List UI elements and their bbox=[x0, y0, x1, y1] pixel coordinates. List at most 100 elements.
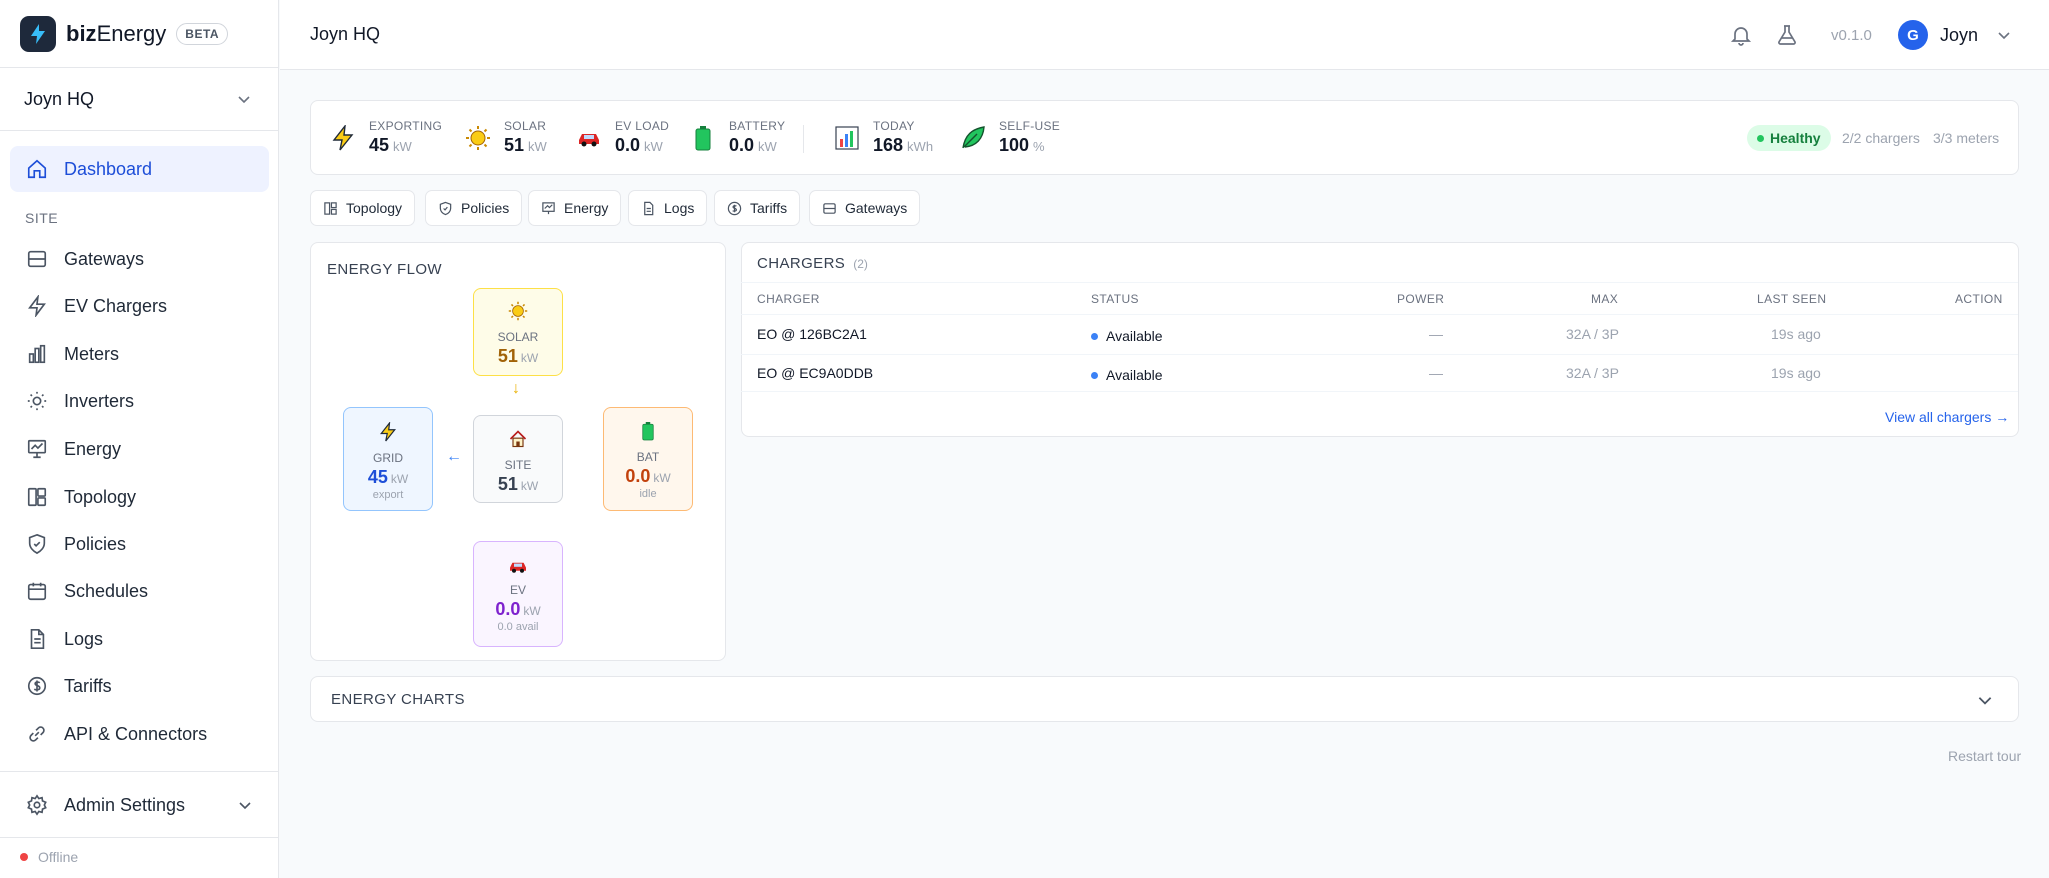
bolt-logo-icon[interactable] bbox=[20, 15, 56, 52]
energy-flow-card: ENERGY FLOW SOLAR 51 kW ↓ GRID 45 kW expor… bbox=[310, 242, 726, 661]
energy-charts-accordion[interactable]: ENERGY CHARTS bbox=[310, 676, 2019, 722]
gateway-icon bbox=[27, 250, 47, 268]
home-icon bbox=[27, 159, 47, 179]
tab-topology[interactable]: Topology bbox=[310, 190, 416, 226]
user-menu[interactable]: Joyn bbox=[1940, 25, 1978, 46]
chargers-count-badge: (2) bbox=[853, 257, 868, 271]
restart-tour-link[interactable]: Restart tour bbox=[1948, 748, 2021, 764]
house-icon bbox=[508, 429, 528, 454]
column-header[interactable]: LAST SEEN bbox=[1757, 292, 1826, 306]
tab-logs[interactable]: Logs bbox=[628, 190, 708, 226]
leaf-icon bbox=[959, 124, 987, 152]
flow-node-site[interactable]: SITE 51 kW bbox=[473, 415, 563, 503]
presentation-chart-icon bbox=[27, 439, 47, 459]
top-header: Joyn HQ v0.1.0 G Joyn bbox=[280, 0, 2049, 70]
tab-gateways[interactable]: Gateways bbox=[809, 190, 921, 226]
chevron-down-icon bbox=[238, 96, 250, 104]
charger-power: — bbox=[1429, 326, 1443, 342]
sidebar-item-energy[interactable]: Energy bbox=[10, 426, 269, 472]
document-icon bbox=[30, 629, 45, 649]
status-dot bbox=[1757, 134, 1764, 142]
sidebar-divider bbox=[0, 837, 279, 838]
flow-node-grid[interactable]: GRID 45 kW export bbox=[343, 407, 433, 511]
sidebar-item-logs[interactable]: Logs bbox=[10, 616, 269, 662]
table-divider bbox=[741, 354, 2018, 355]
gear-icon bbox=[27, 794, 47, 816]
column-header: ACTION bbox=[1955, 292, 2003, 306]
section-label-site: SITE bbox=[25, 210, 59, 226]
sidebar-item-ev-chargers[interactable]: EV Chargers bbox=[10, 283, 269, 329]
chargers-count: 2/2 chargers bbox=[1842, 130, 1920, 146]
charger-max: 32A / 3P bbox=[1566, 365, 1619, 381]
site-selector-value: Joyn HQ bbox=[24, 88, 95, 109]
app-name: bizEnergy bbox=[66, 20, 167, 46]
sidebar-divider bbox=[0, 771, 279, 772]
charger-name-link[interactable]: EO @ 126BC2A1 bbox=[757, 326, 867, 342]
arrow-down-icon: ↓ bbox=[512, 380, 520, 397]
column-header[interactable]: MAX bbox=[1591, 292, 1618, 306]
table-divider bbox=[741, 391, 2018, 392]
charger-last-seen: 19s ago bbox=[1771, 365, 1821, 381]
sidebar-item-inverters[interactable]: Inverters bbox=[10, 378, 269, 424]
car-icon bbox=[507, 558, 529, 579]
stat-solar: SOLAR 51 kW bbox=[464, 119, 547, 156]
avatar[interactable]: G bbox=[1898, 20, 1928, 50]
admin-settings-toggle[interactable]: Admin Settings bbox=[10, 782, 269, 828]
bolt-icon bbox=[28, 295, 46, 317]
dollar-icon bbox=[27, 676, 47, 696]
sidebar-item-dashboard[interactable]: Dashboard bbox=[10, 146, 269, 192]
chargers-header: CHARGERS (2) bbox=[757, 255, 868, 272]
topology-icon bbox=[27, 487, 47, 507]
view-all-chargers-link[interactable]: View all chargers → bbox=[1885, 409, 2009, 425]
stat-exporting: EXPORTING 45 kW bbox=[329, 119, 442, 156]
health-badge: Healthy bbox=[1747, 125, 1831, 151]
sidebar-item-policies[interactable]: Policies bbox=[10, 521, 269, 567]
site-selector[interactable]: Joyn HQ bbox=[0, 68, 278, 131]
flask-icon[interactable] bbox=[1775, 23, 1799, 47]
stats-bar: EXPORTING 45 kW SOLAR 51 kW EV LOAD 0.0 kW BAT… bbox=[310, 100, 2019, 175]
charger-name-link[interactable]: EO @ EC9A0DDB bbox=[757, 365, 873, 381]
arrow-left-icon: ← bbox=[446, 448, 462, 465]
column-header[interactable]: POWER bbox=[1397, 292, 1444, 306]
column-header[interactable]: CHARGER bbox=[757, 292, 820, 306]
flow-node-ev[interactable]: EV 0.0 kW 0.0 avail bbox=[473, 541, 563, 647]
energy-charts-title: ENERGY CHARTS bbox=[331, 691, 465, 708]
sidebar-item-meters[interactable]: Meters bbox=[10, 331, 269, 377]
sidebar-item-api-connectors[interactable]: API & Connectors bbox=[10, 711, 269, 757]
charger-last-seen: 19s ago bbox=[1771, 326, 1821, 342]
sun-icon bbox=[464, 124, 492, 152]
energy-flow-title: ENERGY FLOW bbox=[327, 261, 442, 278]
app-version: v0.1.0 bbox=[1831, 27, 1872, 44]
sidebar-item-gateways[interactable]: Gateways bbox=[10, 236, 269, 282]
flow-node-solar[interactable]: SOLAR 51 kW bbox=[473, 288, 563, 376]
stat-battery: BATTERY 0.0 kW bbox=[689, 119, 785, 156]
chevron-down-icon[interactable] bbox=[1996, 27, 2012, 43]
sun-icon bbox=[508, 301, 528, 326]
bell-icon[interactable] bbox=[1729, 23, 1753, 47]
flow-node-battery[interactable]: BAT 0.0 kW idle bbox=[603, 407, 693, 511]
tab-policies[interactable]: Policies bbox=[425, 190, 523, 226]
status-badge: Available bbox=[1091, 328, 1163, 344]
brand: bizEnergy BETA bbox=[0, 0, 278, 68]
dollar-icon bbox=[727, 201, 742, 215]
meters-count: 3/3 meters bbox=[1933, 130, 2000, 146]
battery-icon bbox=[689, 124, 717, 152]
sidebar-item-tariffs[interactable]: Tariffs bbox=[10, 663, 269, 709]
chevron-down-icon bbox=[239, 802, 251, 810]
gateway-icon bbox=[823, 202, 836, 214]
shield-icon bbox=[28, 533, 46, 555]
lightning-icon bbox=[329, 124, 357, 152]
sidebar-item-schedules[interactable]: Schedules bbox=[10, 568, 269, 614]
column-header[interactable]: STATUS bbox=[1091, 292, 1139, 306]
page-title: Joyn HQ bbox=[310, 24, 381, 44]
tab-energy[interactable]: Energy bbox=[528, 190, 622, 226]
stat-today: TODAY 168 kWh bbox=[833, 119, 933, 156]
sun-icon bbox=[27, 391, 47, 411]
charger-max: 32A / 3P bbox=[1566, 326, 1619, 342]
status-badge: Available bbox=[1091, 367, 1163, 383]
sidebar-item-topology[interactable]: Topology bbox=[10, 474, 269, 520]
tab-tariffs[interactable]: Tariffs bbox=[714, 190, 801, 226]
status-dot bbox=[1091, 332, 1098, 340]
presentation-chart-icon bbox=[542, 201, 555, 214]
link-icon bbox=[29, 726, 45, 742]
